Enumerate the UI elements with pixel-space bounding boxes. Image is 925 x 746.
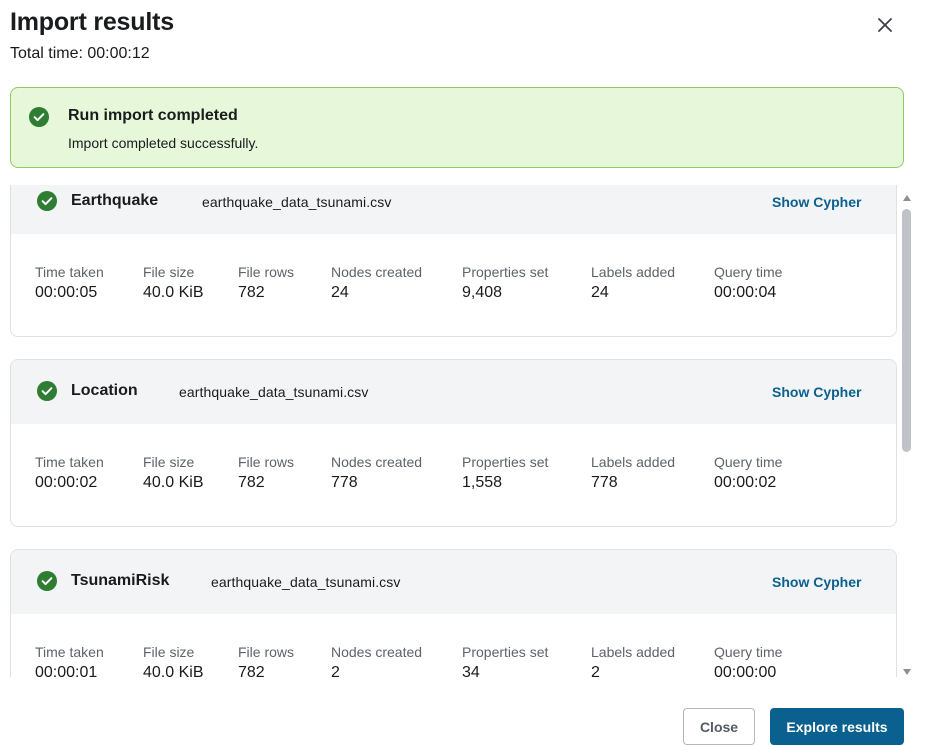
stat-nodes-created: Nodes created 2	[331, 644, 423, 677]
stat-nodes-created: Nodes created 24	[331, 264, 423, 301]
scrollbar[interactable]	[900, 185, 914, 677]
result-file: earthquake_data_tsunami.csv	[211, 574, 401, 590]
stat-file-rows: File rows 782	[238, 644, 295, 677]
stat-file-rows: File rows 782	[238, 264, 295, 301]
result-card-header: Earthquake earthquake_data_tsunami.csv S…	[11, 185, 896, 234]
show-cypher-button[interactable]: Show Cypher	[772, 574, 861, 590]
banner-message: Import completed successfully.	[68, 135, 259, 151]
check-circle-icon	[29, 107, 49, 132]
result-label: Earthquake	[71, 192, 159, 209]
stat-time-taken: Time taken 00:00:05	[35, 264, 104, 301]
stat-query-time: Query time 00:00:00	[714, 644, 783, 677]
result-label: TsunamiRisk	[71, 572, 170, 589]
result-card-tsunamirisk: TsunamiRisk earthquake_data_tsunami.csv …	[10, 549, 897, 677]
stat-file-size: File size 40.0 KiB	[143, 264, 204, 301]
result-label: Location	[71, 382, 138, 399]
check-circle-icon	[37, 381, 57, 406]
page-title: Import results	[10, 8, 174, 36]
stat-labels-added: Labels added 778	[591, 454, 676, 491]
result-file: earthquake_data_tsunami.csv	[202, 194, 392, 210]
stat-labels-added: Labels added 2	[591, 644, 676, 677]
stat-query-time: Query time 00:00:04	[714, 264, 783, 301]
result-file: earthquake_data_tsunami.csv	[179, 384, 369, 400]
stat-properties-set: Properties set 34	[462, 644, 549, 677]
close-icon[interactable]	[872, 12, 898, 38]
stat-query-time: Query time 00:00:02	[714, 454, 783, 491]
stat-properties-set: Properties set 1,558	[462, 454, 549, 491]
check-circle-icon	[37, 191, 57, 216]
scroll-up-arrow-icon[interactable]	[902, 189, 912, 207]
result-card-location: Location earthquake_data_tsunami.csv Sho…	[10, 359, 897, 527]
banner-title: Run import completed	[68, 107, 238, 124]
close-button[interactable]: Close	[683, 708, 755, 745]
result-card-header: Location earthquake_data_tsunami.csv Sho…	[11, 360, 896, 424]
stat-file-rows: File rows 782	[238, 454, 295, 491]
results-list[interactable]: Earthquake earthquake_data_tsunami.csv S…	[0, 185, 925, 677]
explore-results-button[interactable]: Explore results	[770, 708, 904, 745]
result-card-earthquake: Earthquake earthquake_data_tsunami.csv S…	[10, 185, 897, 337]
stat-labels-added: Labels added 24	[591, 264, 676, 301]
stat-properties-set: Properties set 9,408	[462, 264, 549, 301]
stat-time-taken: Time taken 00:00:01	[35, 644, 104, 677]
scrollbar-thumb[interactable]	[902, 209, 911, 452]
stat-file-size: File size 40.0 KiB	[143, 644, 204, 677]
stat-nodes-created: Nodes created 778	[331, 454, 423, 491]
success-banner: Run import completed Import completed su…	[10, 87, 904, 168]
stat-time-taken: Time taken 00:00:02	[35, 454, 104, 491]
show-cypher-button[interactable]: Show Cypher	[772, 384, 861, 400]
result-card-header: TsunamiRisk earthquake_data_tsunami.csv …	[11, 550, 896, 614]
check-circle-icon	[37, 571, 57, 596]
total-time: Total time: 00:00:12	[10, 45, 150, 62]
scroll-down-arrow-icon[interactable]	[902, 663, 912, 681]
stat-file-size: File size 40.0 KiB	[143, 454, 204, 491]
show-cypher-button[interactable]: Show Cypher	[772, 194, 861, 210]
